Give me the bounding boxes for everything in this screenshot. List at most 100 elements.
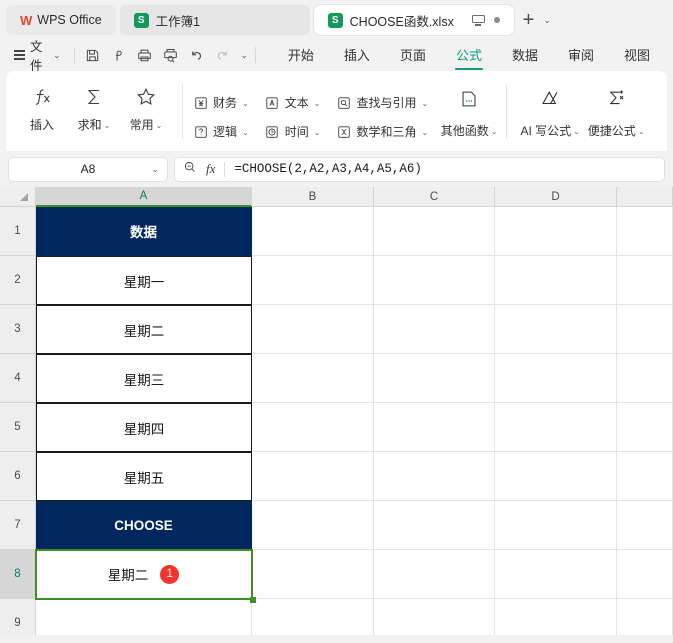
formula-input[interactable]: fx =CHOOSE(2,A2,A3,A4,A5,A6) — [174, 156, 665, 182]
name-box[interactable]: A8 ⌄ — [8, 156, 168, 182]
cell-a3[interactable]: 星期二 — [36, 305, 252, 354]
logical-functions-button[interactable]: 逻辑 ⌄ — [193, 121, 249, 143]
wps-office-home-tab[interactable]: W WPS Office — [6, 5, 116, 35]
row-header-2[interactable]: 2 — [0, 256, 36, 305]
row-header-1[interactable]: 1 — [0, 207, 36, 256]
quick-access-more-icon[interactable]: ⌄ — [240, 50, 248, 61]
tab-view[interactable]: 视图 — [609, 41, 665, 69]
cell-a5[interactable]: 星期四 — [36, 403, 252, 452]
cell-e3[interactable] — [617, 305, 673, 354]
file-menu-button[interactable]: 文件 ⌄ — [8, 36, 67, 74]
tab-insert[interactable]: 插入 — [329, 41, 385, 69]
search-minus-icon[interactable] — [183, 160, 197, 179]
cell-e4[interactable] — [617, 354, 673, 403]
other-functions-button[interactable]: 其他函数 ⌄ — [441, 76, 498, 151]
cell-e6[interactable] — [617, 452, 673, 501]
spreadsheet-grid[interactable]: A B C D 1 2 3 4 5 6 7 8 9 数据 星期一 星期二 星期三… — [0, 187, 673, 635]
cell-e2[interactable] — [617, 256, 673, 305]
cloud-share-icon[interactable] — [107, 44, 129, 66]
row-header-9[interactable]: 9 — [0, 599, 36, 635]
cell-d5[interactable] — [495, 403, 617, 452]
autosum-button[interactable]: 求和 ⌄ — [68, 76, 120, 133]
cell-c7[interactable] — [374, 501, 495, 550]
cell-c8[interactable] — [374, 550, 495, 599]
quick-formula-button[interactable]: 便捷公式 ⌄ — [583, 76, 649, 151]
save-icon[interactable] — [81, 44, 103, 66]
cell-e9[interactable] — [617, 599, 673, 635]
financial-functions-button[interactable]: 财务 ⌄ — [193, 92, 249, 114]
tab-home[interactable]: 开始 — [273, 41, 329, 69]
cell-d6[interactable] — [495, 452, 617, 501]
cell-a7[interactable]: CHOOSE — [36, 501, 252, 550]
cell-b5[interactable] — [252, 403, 374, 452]
fill-handle[interactable] — [250, 597, 256, 603]
cell-a4[interactable]: 星期三 — [36, 354, 252, 403]
document-tab-choose-xlsx[interactable]: S CHOOSE函数.xlsx — [313, 5, 514, 35]
cell-b6[interactable] — [252, 452, 374, 501]
cell-area[interactable]: 数据 星期一 星期二 星期三 星期四 星期五 CHOOSE 星期二 1 — [35, 207, 673, 635]
cell-d7[interactable] — [495, 501, 617, 550]
cell-c6[interactable] — [374, 452, 495, 501]
tab-data[interactable]: 数据 — [497, 41, 553, 69]
row-header-5[interactable]: 5 — [0, 403, 36, 452]
cell-b8[interactable] — [252, 550, 374, 599]
cell-c4[interactable] — [374, 354, 495, 403]
insert-function-button[interactable]: 插入 — [16, 76, 68, 133]
column-header-a[interactable]: A — [36, 187, 252, 207]
cell-d8[interactable] — [495, 550, 617, 599]
cell-c5[interactable] — [374, 403, 495, 452]
cell-d2[interactable] — [495, 256, 617, 305]
chevron-down-icon[interactable]: ⌄ — [151, 164, 159, 175]
row-header-7[interactable]: 7 — [0, 501, 36, 550]
cell-e8[interactable] — [617, 550, 673, 599]
monitor-icon[interactable] — [471, 14, 485, 26]
lookup-functions-button[interactable]: 查找与引用 ⌄ — [336, 92, 428, 114]
math-trig-functions-button[interactable]: 数学和三角 ⌄ — [336, 121, 428, 143]
column-header-c[interactable]: C — [374, 187, 495, 207]
row-header-8[interactable]: 8 — [0, 550, 36, 599]
cell-b9[interactable] — [252, 599, 374, 635]
select-all-corner[interactable] — [0, 187, 36, 207]
tab-page[interactable]: 页面 — [385, 41, 441, 69]
row-header-3[interactable]: 3 — [0, 305, 36, 354]
cell-a6[interactable]: 星期五 — [36, 452, 252, 501]
cell-b1[interactable] — [252, 207, 374, 256]
datetime-functions-button[interactable]: 时间 ⌄ — [265, 121, 320, 143]
cell-d9[interactable] — [495, 599, 617, 635]
column-header-e[interactable] — [617, 187, 673, 207]
cell-a9[interactable] — [36, 599, 252, 635]
cell-b4[interactable] — [252, 354, 374, 403]
row-header-4[interactable]: 4 — [0, 354, 36, 403]
undo-icon[interactable] — [185, 44, 207, 66]
cell-c3[interactable] — [374, 305, 495, 354]
chevron-down-icon[interactable]: ⌄ — [543, 15, 551, 26]
print-preview-icon[interactable] — [159, 44, 181, 66]
common-functions-button[interactable]: 常用 ⌄ — [120, 76, 172, 133]
cell-e5[interactable] — [617, 403, 673, 452]
tab-review[interactable]: 审阅 — [553, 41, 609, 69]
new-tab-button[interactable]: + — [518, 10, 540, 30]
cell-e1[interactable] — [617, 207, 673, 256]
column-header-d[interactable]: D — [495, 187, 617, 207]
document-tab-workbook1[interactable]: S 工作簿1 — [119, 5, 310, 35]
column-header-b[interactable]: B — [252, 187, 374, 207]
row-header-6[interactable]: 6 — [0, 452, 36, 501]
cell-a8[interactable]: 星期二 1 — [36, 550, 252, 599]
cell-c9[interactable] — [374, 599, 495, 635]
redo-icon[interactable] — [211, 44, 233, 66]
ai-write-formula-button[interactable]: AI 写公式 ⌄ — [517, 76, 583, 151]
tab-formula[interactable]: 公式 — [441, 41, 497, 70]
cell-d1[interactable] — [495, 207, 617, 256]
cell-d3[interactable] — [495, 305, 617, 354]
print-icon[interactable] — [133, 44, 155, 66]
cell-b2[interactable] — [252, 256, 374, 305]
cell-b7[interactable] — [252, 501, 374, 550]
cell-c2[interactable] — [374, 256, 495, 305]
cell-a1[interactable]: 数据 — [36, 207, 252, 256]
cell-a2[interactable]: 星期一 — [36, 256, 252, 305]
cell-c1[interactable] — [374, 207, 495, 256]
cell-d4[interactable] — [495, 354, 617, 403]
cell-b3[interactable] — [252, 305, 374, 354]
cell-e7[interactable] — [617, 501, 673, 550]
text-functions-button[interactable]: 文本 ⌄ — [265, 92, 320, 114]
